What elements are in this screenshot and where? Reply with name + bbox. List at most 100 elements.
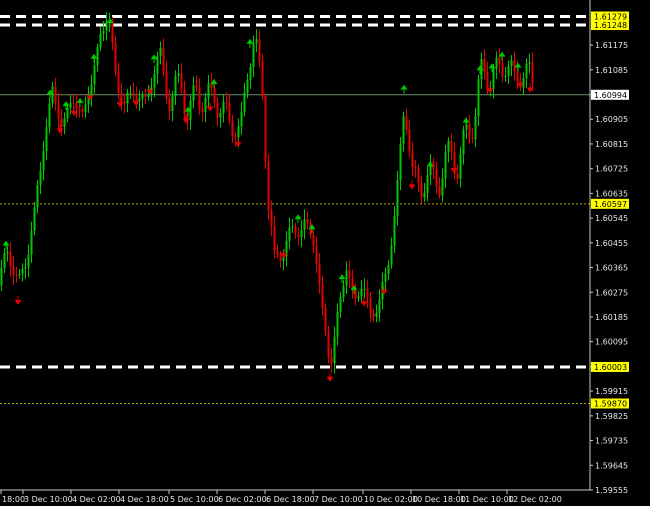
candle-body <box>387 264 390 274</box>
candle-body <box>255 39 258 44</box>
candle-body <box>444 152 447 179</box>
candle-body <box>495 57 498 69</box>
down-fractal-arrow <box>56 128 64 134</box>
candle-body <box>27 254 30 268</box>
price-tick-label: 1.60185 <box>595 313 628 322</box>
candle-body <box>528 62 531 64</box>
candle-body <box>522 78 525 88</box>
candle-body <box>159 47 162 57</box>
price-tick-label: 1.61175 <box>595 41 628 50</box>
candle-body <box>207 83 210 98</box>
candle-body <box>273 226 276 252</box>
candle-body <box>408 129 411 152</box>
candle-body <box>192 85 195 101</box>
time-tick-label: 6 Dec 02:00 <box>218 495 267 504</box>
up-fractal-arrow <box>488 63 496 69</box>
level-label: 1.59870 <box>594 399 627 408</box>
candle-body <box>372 313 375 317</box>
candle-body <box>513 60 516 72</box>
candle-body <box>105 22 108 31</box>
candle-body <box>99 33 102 48</box>
candle-body <box>279 254 282 261</box>
down-fractal-arrow <box>116 102 124 108</box>
candle-body <box>21 268 24 275</box>
candle-body <box>18 274 21 276</box>
candle-body <box>324 307 327 333</box>
candle-body <box>339 297 342 312</box>
candle-body <box>498 57 501 65</box>
candle-body <box>66 107 69 119</box>
up-fractal-arrow <box>294 214 302 220</box>
candle-body <box>84 104 87 113</box>
up-fractal-arrow <box>2 240 10 246</box>
candle-body <box>360 288 363 297</box>
up-fractal-arrow <box>426 161 434 167</box>
candle-body <box>294 226 297 234</box>
candle-body <box>267 161 270 211</box>
candle-body <box>420 182 423 198</box>
candle-body <box>123 101 126 104</box>
time-tick-label: 10 Dec 18:00 <box>412 495 466 504</box>
candle-body <box>120 92 123 102</box>
candle-body <box>468 124 471 139</box>
candle-body <box>174 76 177 96</box>
time-tick-label: 4 Dec 02:00 <box>72 495 121 504</box>
time-tick-label: 10 Dec 02:00 <box>364 495 418 504</box>
candle-body <box>291 226 294 228</box>
candle-body <box>300 229 303 238</box>
level-label: 1.60003 <box>594 363 627 372</box>
candle-body <box>441 178 444 196</box>
candle-body <box>126 92 129 104</box>
candle-body <box>357 296 360 299</box>
price-tick-label: 1.60545 <box>595 214 628 223</box>
candle-body <box>165 71 168 99</box>
candle-body <box>327 332 330 358</box>
candle-body <box>225 102 228 104</box>
up-fractal-arrow <box>76 97 84 103</box>
price-tick-label: 1.60275 <box>595 288 628 297</box>
candle-body <box>219 112 222 118</box>
candle-body <box>303 219 306 230</box>
candle-body <box>477 79 480 117</box>
candle-body <box>78 107 81 109</box>
candle-body <box>81 108 84 113</box>
candle-body <box>72 102 75 104</box>
candle-body <box>195 85 198 88</box>
candle-body <box>405 116 408 130</box>
price-tick-label: 1.59645 <box>595 461 628 470</box>
candle-body <box>9 251 12 267</box>
candle-body <box>213 88 216 103</box>
down-fractal-arrow <box>450 168 458 174</box>
candle-body <box>249 67 252 81</box>
candle-body <box>330 357 333 364</box>
candle-body <box>393 215 396 246</box>
candle-body <box>57 102 60 119</box>
candle-body <box>111 20 114 43</box>
candle-body <box>507 65 510 76</box>
candle-body <box>102 30 105 34</box>
candle-body <box>36 185 39 208</box>
candle-body <box>39 170 42 186</box>
candle-body <box>438 187 441 196</box>
price-tick-label: 1.60815 <box>595 140 628 149</box>
candle-body <box>96 47 99 66</box>
candle-body <box>114 42 117 72</box>
candle-body <box>30 230 33 255</box>
candle-body <box>288 227 291 241</box>
up-fractal-arrow <box>400 84 408 90</box>
price-tick-label: 1.59735 <box>595 437 628 446</box>
down-fractal-arrow <box>132 101 140 107</box>
candle-body <box>132 92 135 97</box>
candle-body <box>510 60 513 66</box>
price-chart[interactable]: 1.61175 1.61085 1.60994 1.60905 1.60815 1.607… <box>0 0 650 506</box>
candle-body <box>426 175 429 193</box>
candle-body <box>312 234 315 246</box>
candle-body <box>54 86 57 103</box>
candle-body <box>516 71 519 83</box>
candle-body <box>201 108 204 113</box>
down-fractal-arrow <box>182 118 190 124</box>
candle-body <box>234 135 237 138</box>
candle-body <box>306 219 309 223</box>
candle-body <box>471 138 474 140</box>
candle-body <box>411 151 414 168</box>
